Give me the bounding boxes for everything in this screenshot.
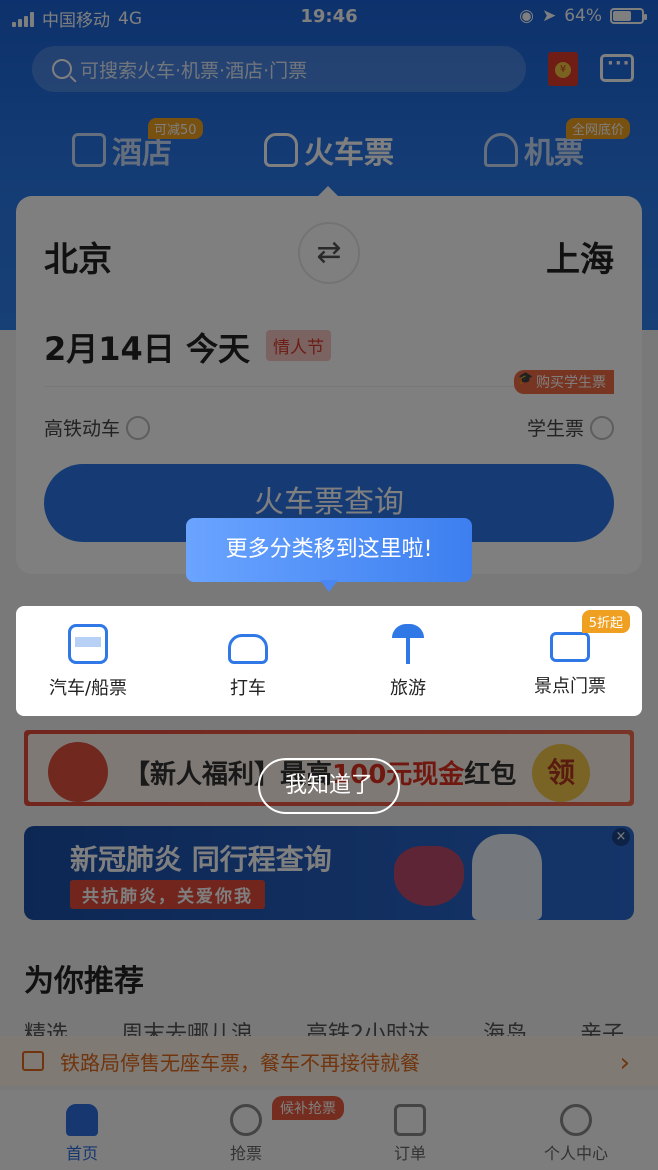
category-label: 打车	[230, 678, 266, 699]
category-label: 景点门票	[534, 676, 606, 697]
discount-badge: 5折起	[581, 610, 630, 633]
car-icon	[228, 634, 268, 664]
guide-tooltip: 更多分类移到这里啦!	[186, 518, 472, 582]
got-it-button[interactable]: 我知道了	[258, 758, 400, 814]
ticket-icon	[550, 632, 590, 662]
category-taxi[interactable]: 打车	[178, 624, 318, 700]
category-label: 旅游	[390, 678, 426, 699]
bus-icon	[68, 624, 108, 664]
category-panel: 汽车/船票 打车 旅游 景点门票 5折起	[16, 606, 642, 716]
category-attraction-tickets[interactable]: 景点门票	[500, 624, 640, 698]
category-label: 汽车/船票	[48, 678, 128, 699]
category-bus-ship[interactable]: 汽车/船票	[18, 624, 158, 700]
category-travel[interactable]: 旅游	[338, 624, 478, 700]
palm-tree-icon	[388, 624, 428, 664]
